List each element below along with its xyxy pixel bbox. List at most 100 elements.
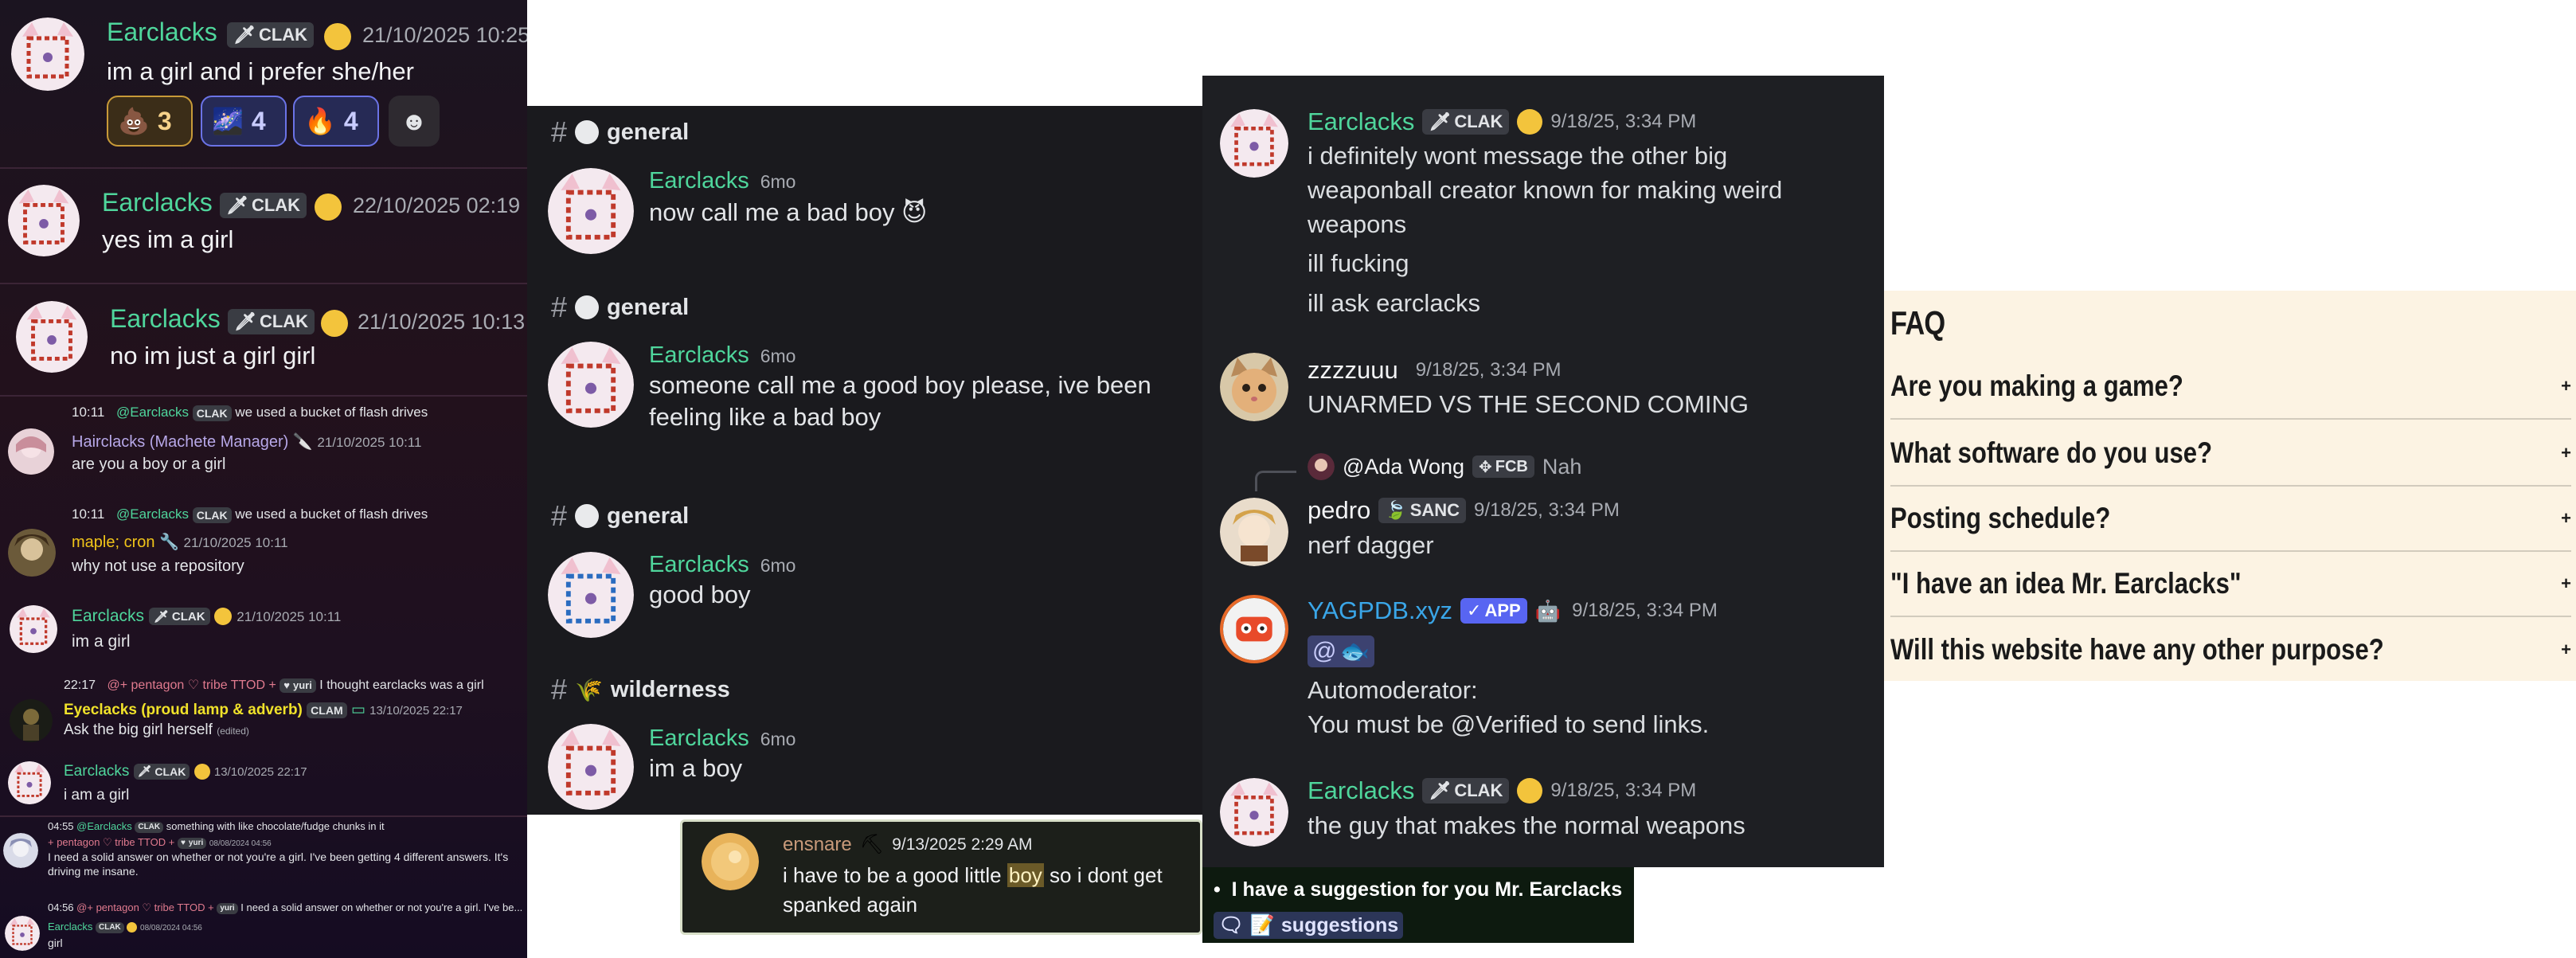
faq-question-software[interactable]: What software do you use? + [1890,421,2571,487]
earclacks-avatar[interactable] [1220,778,1288,847]
earclacks-avatar[interactable] [16,301,88,373]
reaction-sparkle[interactable]: 🌌 4 [201,96,287,147]
reply-preview[interactable]: 04:56 @+ pentagon ♡ tribe TTOD + yuri I … [48,901,522,914]
author-name[interactable]: zzzzuuu [1308,356,1398,385]
divider [0,167,527,169]
faq-question-game[interactable]: Are you making a game? + [1890,354,2571,420]
clan-tag: 🗡 CLAK [1422,109,1510,135]
author-name[interactable]: ensnare [783,834,852,856]
clan-tag: CLAM [307,702,347,718]
bullet-icon: • [1214,878,1232,901]
author-name[interactable]: Earclacks [649,725,749,751]
cool-face-icon [315,194,342,221]
author-name[interactable]: Earclacks [649,168,749,194]
add-reaction-button[interactable]: ☻ [389,96,440,147]
earclacks-avatar[interactable] [1220,109,1288,178]
white-circle-icon [575,504,600,528]
reply-preview[interactable]: 10:11 @Earclacks CLAK we used a bucket o… [72,405,428,421]
message-text: ill fucking [1308,249,1409,277]
clan-tag: 🗡 CLAK [148,608,210,626]
author-name[interactable]: Earclacks [102,188,213,217]
robot-icon: 🤖 [1534,598,1562,623]
author-name[interactable]: Earclacks [1308,776,1414,805]
message-text: driving me insane. [48,865,139,878]
channel-header[interactable]: # general [551,499,689,533]
author-name[interactable]: Hairclacks (Machete Manager) [72,433,288,451]
pentagon-avatar[interactable] [3,833,38,868]
channel-header[interactable]: # general [551,115,689,149]
zzzzuuu-avatar[interactable] [1220,353,1288,421]
hairclacks-avatar[interactable] [8,428,54,475]
message-text: nerf dagger [1308,531,1434,559]
author-name[interactable]: Earclacks [1308,108,1414,136]
maple-avatar[interactable] [8,529,56,577]
author-name[interactable]: Earclacks [48,921,92,933]
timestamp: 21/10/2025 10:13 [358,310,526,334]
reaction-fire[interactable]: 🔥 4 [293,96,379,147]
message-text: no im just a girl girl [110,342,316,370]
author-name[interactable]: Earclacks [72,607,144,625]
earclacks-avatar[interactable] [5,916,40,951]
faq-question-idea[interactable]: "I have an idea Mr. Earclacks" + [1890,552,2571,617]
author-name[interactable]: Earclacks [649,342,749,368]
timestamp: 08/08/2024 04:56 [140,924,202,933]
reaction-poop[interactable]: 💩 3 [107,96,193,147]
yagpdb-avatar[interactable] [1220,595,1288,663]
ensnare-avatar[interactable] [702,833,759,890]
reply-preview[interactable]: @Ada Wong ✥ FCB Nah [1308,453,1581,480]
faq-question-purpose[interactable]: Will this website have any other purpose… [1890,617,2571,681]
message-text: im a girl and i prefer she/her [107,57,414,85]
timestamp: 08/08/2024 04:56 [209,839,272,848]
reply-preview[interactable]: 04:55 @Earclacks CLAK something with lik… [48,820,385,833]
earclacks-avatar[interactable] [548,552,634,638]
eyeclacks-avatar[interactable] [10,699,53,742]
cool-face-icon [1517,109,1543,135]
clan-tag: 🗡 CLAK [220,193,307,218]
cool-face-icon [127,922,138,933]
reply-preview[interactable]: 22:17 @+ pentagon ♡ tribe TTOD + ♥ yuri I… [64,677,484,693]
earclacks-avatar[interactable] [11,18,84,91]
channel-header[interactable]: # general [551,291,689,324]
timestamp: 13/10/2025 22:17 [369,704,463,718]
author-name[interactable]: maple; cron [72,534,155,551]
author-name[interactable]: pedro [1308,496,1370,525]
pickaxe-icon: ⛏ [859,834,885,855]
channel-link-suggestions[interactable]: 🗨 📝 suggestions [1214,912,1404,939]
cool-face-icon [1517,778,1543,804]
pedro-avatar[interactable] [1220,498,1288,566]
author-name[interactable]: Eyeclacks (proud lamp & adverb) [64,702,303,718]
earclacks-avatar[interactable] [8,761,51,804]
cool-face-icon [321,310,348,337]
author-name[interactable]: Earclacks [107,18,217,47]
earclacks-avatar[interactable] [10,605,57,653]
earclacks-avatar[interactable] [548,168,634,254]
earclacks-avatar[interactable] [548,724,634,810]
search-highlight: boy [1007,863,1044,887]
message-age: 6mo [760,171,796,192]
ada-wong-avatar [1308,453,1335,480]
hash-icon: # [551,115,568,148]
clan-tag: 🍃 SANC [1378,498,1467,523]
message-text: im a boy [649,754,743,782]
channel-header[interactable]: # 🌾 wilderness [551,673,730,706]
fire-emoji-icon: 🔥 [304,107,336,135]
ensnare-message: ensnare ⛏ 9/13/2025 2:29 AM i have to be… [680,819,1202,935]
message-text: yes im a girl [102,225,234,253]
leaf-icon: 🍃 [1385,500,1407,520]
author-name[interactable]: Earclacks [64,763,129,780]
author-name[interactable]: YAGPDB.xyz [1308,596,1452,625]
timestamp: 9/18/25, 3:34 PM [1415,359,1562,381]
earclacks-avatar[interactable] [548,342,634,428]
wrench-icon: 🔧 [159,534,179,551]
author-name[interactable]: + pentagon ♡ tribe TTOD + [48,836,174,848]
mention-pill[interactable]: @ 🐟 [1308,635,1374,667]
timestamp: 13/10/2025 22:17 [213,765,307,779]
author-name[interactable]: Earclacks [110,304,221,334]
faq-question-schedule[interactable]: Posting schedule? + [1890,487,2571,552]
reply-preview[interactable]: 10:11 @Earclacks CLAK we used a bucket o… [72,506,428,523]
earclacks-avatar[interactable] [8,185,80,256]
author-name[interactable]: Earclacks [649,552,749,577]
message-text: now call me a bad boy 😈 [649,198,928,226]
expand-plus-icon: + [2561,508,2571,528]
hash-icon: # [551,673,568,706]
